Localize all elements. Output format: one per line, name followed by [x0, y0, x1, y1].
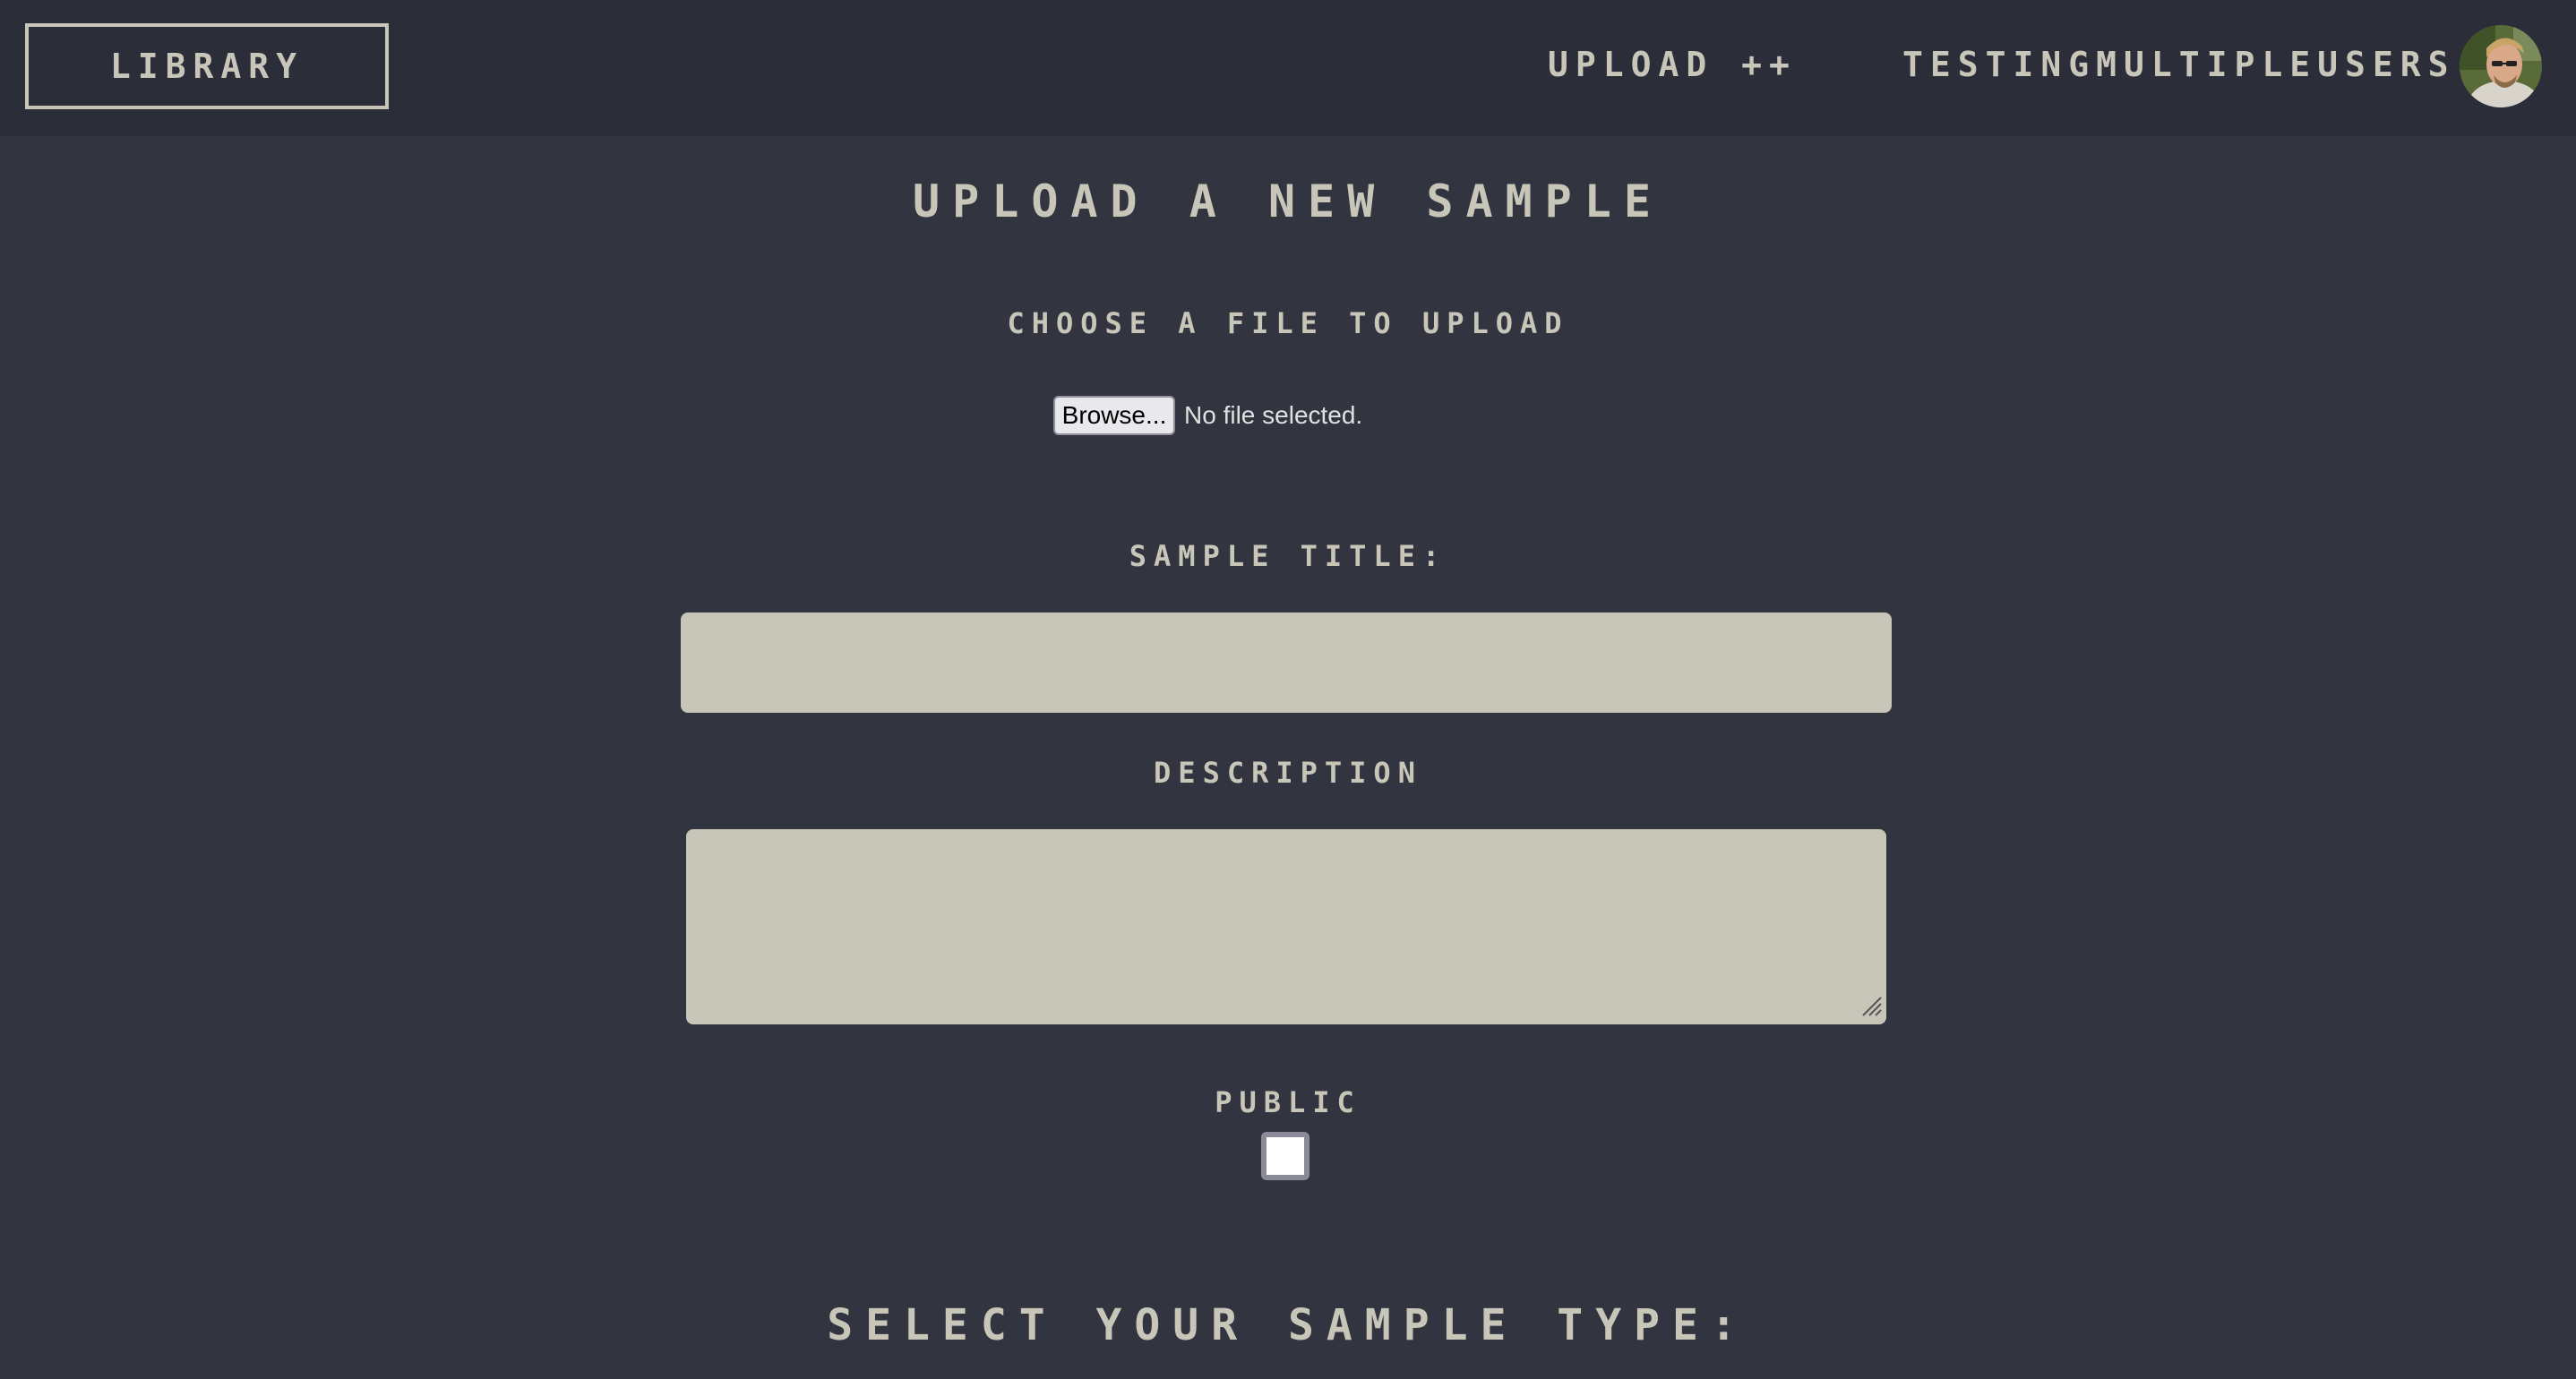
sample-title-input[interactable] [681, 612, 1892, 713]
upload-nav-link[interactable]: UPLOAD ++ [1548, 45, 1797, 84]
sample-title-label: SAMPLE TITLE: [1129, 539, 1447, 573]
description-label: DESCRIPTION [1154, 756, 1422, 790]
browse-button[interactable]: Browse... [1053, 396, 1175, 435]
description-textarea[interactable] [686, 829, 1886, 1024]
public-label: PUBLIC [1215, 1085, 1361, 1119]
public-checkbox[interactable] [1261, 1132, 1309, 1180]
username-nav-link[interactable]: TESTINGMULTIPLEUSERS [1902, 45, 2456, 84]
top-navbar: LIBRARY UPLOAD ++ TESTINGMULTIPLEUSERS [0, 0, 2576, 136]
avatar-photo-icon [2460, 25, 2542, 107]
file-picker: Browse... No file selected. [1053, 396, 1362, 435]
page-title: UPLOAD A NEW SAMPLE [913, 176, 1663, 227]
file-status-text: No file selected. [1184, 401, 1363, 429]
library-button[interactable]: LIBRARY [25, 23, 389, 109]
file-upload-label: CHOOSE A FILE TO UPLOAD [1007, 306, 1569, 340]
sample-type-heading: SELECT YOUR SAMPLE TYPE: [827, 1300, 1749, 1350]
user-avatar[interactable] [2460, 25, 2542, 107]
resize-grip-icon[interactable] [1859, 994, 1883, 1017]
